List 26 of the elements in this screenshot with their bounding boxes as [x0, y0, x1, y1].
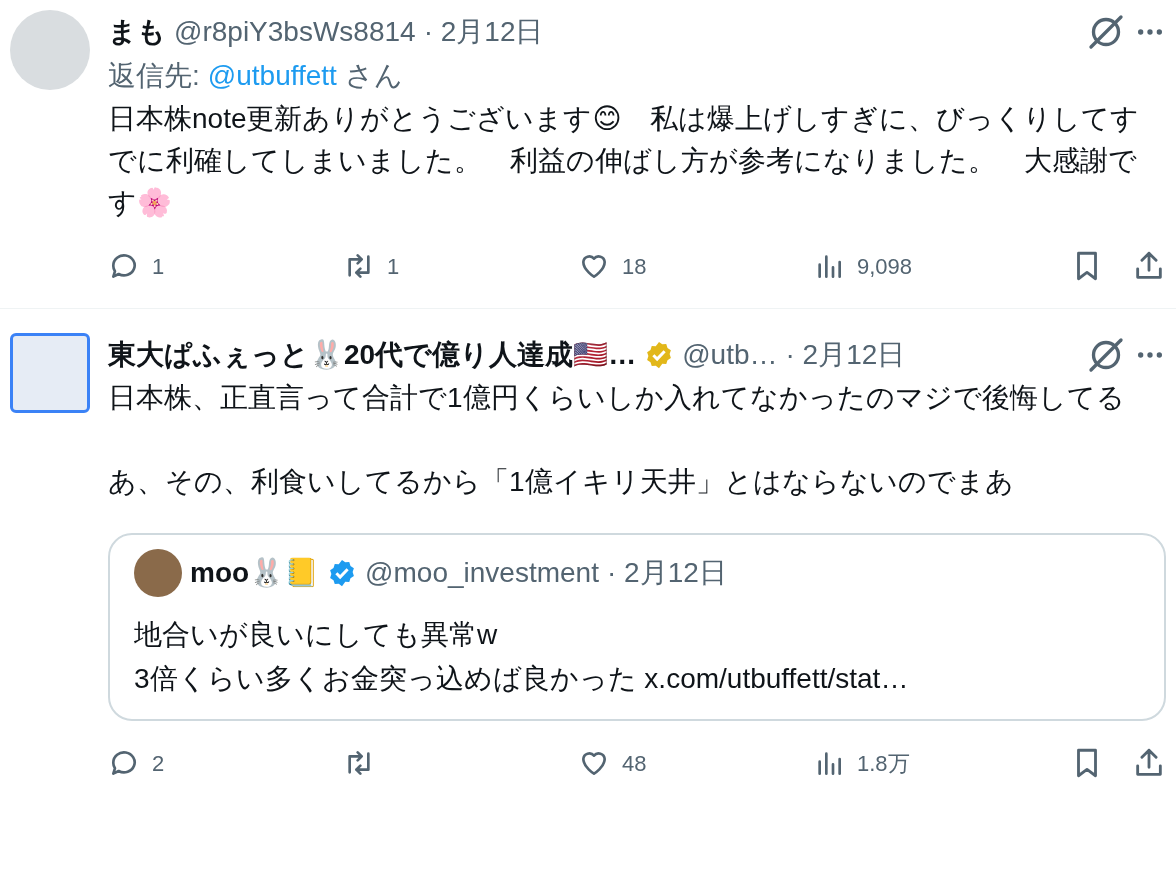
like-button[interactable]: 18 [578, 249, 647, 283]
post-date[interactable]: · 2月12日 [606, 551, 727, 595]
avatar-icon[interactable] [134, 549, 182, 597]
views-button[interactable]: 1.8万 [813, 746, 910, 780]
reply-label: 返信先: [108, 59, 200, 93]
post-date[interactable]: · 2月12日 [423, 10, 544, 54]
post-text: 日本株note更新ありがとうございます😊 私は爆上げしすぎに、びっくりしてすでに利確してしまいました。 利益の伸ばし方が参考になりました。 大感謝です🌸 [108, 102, 1140, 220]
quoted-post-card[interactable]: moo🐰📒 @moo_investment · 2月12日 地合いが良いにしても異常w 3倍くらい多くお金突っ込めば良かった x.com/utbuffett/stat… [108, 533, 1166, 721]
quoted-text: 地合いが良いにしても異常w 3倍くらい多くお金突っ込めば良かった x.com/utbuffett/stat… [134, 618, 910, 696]
author-name[interactable]: 東大ぱふぇっと🐰20代で億り人達成🇺🇸… [108, 333, 637, 377]
reply-button[interactable]: 2 [108, 746, 165, 780]
author-name[interactable]: まも [108, 10, 166, 54]
post-date[interactable]: · 2月12日 [785, 333, 906, 377]
user-handle[interactable]: @moo_investment [365, 551, 599, 595]
user-handle[interactable]: @r8piY3bsWs8814 [174, 10, 416, 54]
slashed-circle-icon[interactable] [1086, 12, 1126, 52]
slashed-circle-icon[interactable] [1086, 335, 1126, 375]
post-text: 日本株、正直言って合計で1億円くらいしか入れてなかったのマジで後悔してる [108, 381, 1126, 415]
reply-suffix: さん [344, 59, 403, 93]
views-button[interactable]: 9,098 [813, 249, 913, 283]
reply-button[interactable]: 1 [108, 249, 165, 283]
user-handle[interactable]: @utb… [682, 333, 778, 377]
like-button[interactable]: 48 [578, 746, 647, 780]
repost-button[interactable]: 1 [343, 249, 400, 283]
avatar-icon[interactable] [10, 333, 90, 413]
post-text: あ、その、利食いしてるから「1億イキリ天井」とはならないのでまあ [108, 465, 1015, 499]
